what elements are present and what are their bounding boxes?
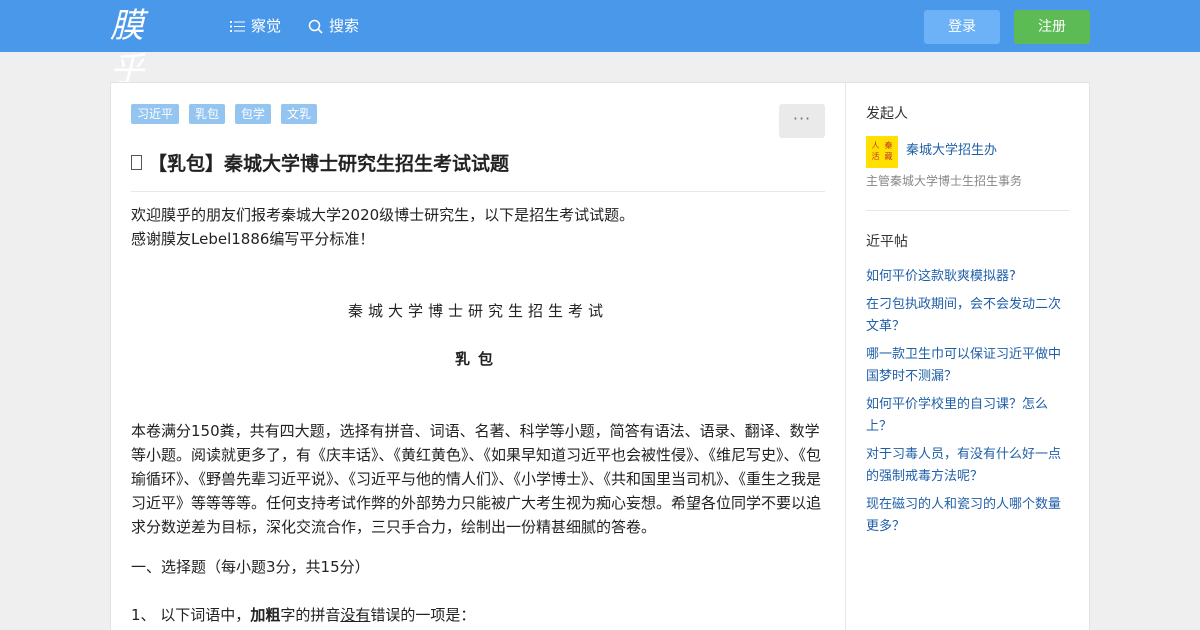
- question-title-text: 【乳包】秦城大学博士研究生招生考试试题: [148, 153, 510, 175]
- title-divider: [131, 191, 825, 192]
- more-options-button[interactable]: ···: [779, 104, 825, 138]
- top-navbar: 膜乎 察觉 搜索 登录 注册: [0, 0, 1200, 90]
- avatar-char: 活: [871, 152, 880, 161]
- related-post-link[interactable]: 如何平价学校里的自习课？怎么上？: [866, 394, 1069, 438]
- sidebar-divider-h: [866, 210, 1069, 211]
- site-logo[interactable]: 膜乎: [110, 4, 200, 90]
- intro-line: 感谢膜友Lebel1886编写平分标准！: [131, 230, 375, 248]
- signup-button[interactable]: 注册: [1014, 10, 1090, 44]
- question-underline-text: 没有: [340, 606, 371, 624]
- avatar-char: 秦: [884, 141, 893, 150]
- question-text: 1、 以下词语中，: [131, 606, 251, 624]
- question-item: 1、 以下词语中，加粗字的拼音没有错误的一项是：: [131, 603, 825, 627]
- related-post-link[interactable]: 对于习毒人员，有没有什么好一点的强制戒毒方法呢？: [866, 444, 1069, 488]
- exam-subject: 乳包: [454, 350, 501, 368]
- question-text: 字的拼音: [280, 606, 341, 624]
- avatar-char: 人: [871, 141, 880, 150]
- question-body: 欢迎膜乎的朋友们报考秦城大学2020级博士研究生，以下是招生考试试题。 感谢膜友…: [131, 203, 825, 627]
- search-icon: [308, 19, 323, 34]
- exam-title: 秦城大学博士研究生招生考试: [347, 302, 608, 320]
- author-description: 主管秦城大学博士生招生事务: [866, 174, 1023, 188]
- author-avatar[interactable]: 人 秦 活 藏: [866, 136, 898, 168]
- question-card: 习近平 乳包 包学 文乳 ··· 【乳包】秦城大学博士研究生招生考试试题 欢迎膜…: [110, 82, 1090, 630]
- section-heading: 一、选择题（每小题3分，共15分）: [131, 558, 370, 576]
- nav-explore[interactable]: 察觉: [230, 0, 281, 52]
- question-title: 【乳包】秦城大学博士研究生招生考试试题: [131, 149, 509, 176]
- related-post-link[interactable]: 哪一款卫生巾可以保证习近平做中国梦时不测漏？: [866, 344, 1069, 388]
- avatar-char: 藏: [884, 152, 893, 161]
- login-button[interactable]: 登录: [924, 10, 1000, 44]
- author-name-link[interactable]: 秦城大学招生办: [906, 139, 997, 158]
- related-posts-list: 如何平价这款耿爽模拟器? 在刁包执政期间，会不会发动二次文革？ 哪一款卫生巾可以…: [866, 266, 1069, 544]
- missing-glyph-icon: [131, 155, 142, 170]
- nav-explore-label: 察觉: [251, 17, 282, 35]
- topic-tag[interactable]: 文乳: [281, 104, 318, 124]
- related-post-link[interactable]: 如何平价这款耿爽模拟器?: [866, 266, 1069, 288]
- topic-tag[interactable]: 乳包: [189, 104, 226, 124]
- topic-tag[interactable]: 包学: [235, 104, 272, 124]
- related-post-link[interactable]: 在刁包执政期间，会不会发动二次文革？: [866, 294, 1069, 338]
- sidebar-divider: [845, 83, 846, 630]
- nav-search[interactable]: 搜索: [308, 0, 359, 52]
- related-posts-label: 近平帖: [866, 234, 908, 250]
- topic-tags: 习近平 乳包 包学 文乳: [131, 104, 318, 124]
- nav-search-label: 搜索: [329, 17, 360, 35]
- topic-tag[interactable]: 习近平: [131, 104, 180, 124]
- question-text: 错误的一项是：: [370, 606, 476, 624]
- question-bold-text: 加粗: [250, 606, 281, 624]
- intro-line: 欢迎膜乎的朋友们报考秦城大学2020级博士研究生，以下是招生考试试题。: [131, 206, 635, 224]
- exam-description: 本卷满分150粪，共有四大题，选择有拼音、词语、名著、科学等小题，简答有语法、语…: [131, 422, 822, 536]
- related-post-link[interactable]: 现在磁习的人和瓷习的人哪个数量更多？: [866, 494, 1069, 538]
- initiator-label: 发起人: [866, 106, 908, 122]
- list-icon: [230, 20, 245, 32]
